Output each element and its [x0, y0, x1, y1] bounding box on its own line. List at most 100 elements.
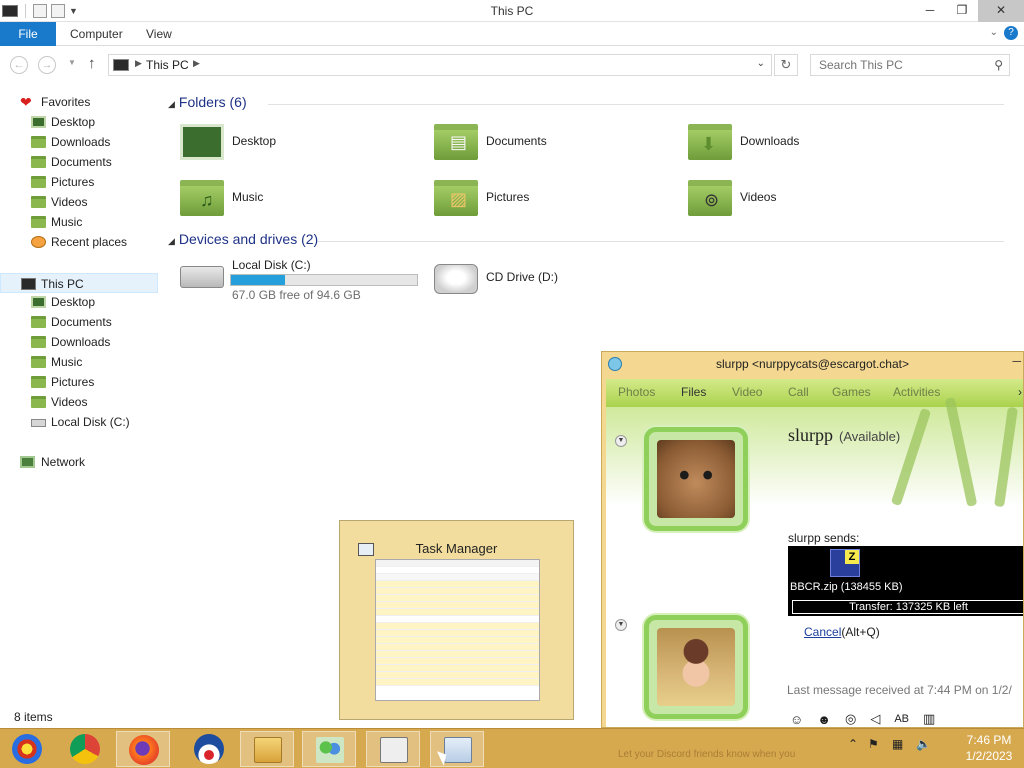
back-button[interactable]: ← — [10, 56, 28, 74]
tab-computer[interactable]: Computer — [70, 22, 123, 46]
nav-pc-local-disk[interactable]: Local Disk (C:) — [0, 412, 158, 432]
messenger-window[interactable]: slurpp <nurppycats@escargot.chat> ─ Phot… — [601, 351, 1024, 728]
contact-status: (Available) — [839, 429, 901, 444]
folder-videos[interactable]: ⊚ Videos — [688, 180, 908, 220]
messenger-conversation-area: Photos Files Video Call Games Activities… — [606, 379, 1023, 727]
show-hidden-icons[interactable]: ⌃ — [848, 737, 858, 751]
nav-label: Documents — [51, 315, 112, 329]
folder-documents[interactable]: ▤ Documents — [434, 124, 654, 164]
bamboo-decoration — [890, 407, 932, 507]
wink-icon[interactable]: ☻ — [817, 712, 831, 727]
folder-pictures[interactable]: ▨ Pictures — [434, 180, 654, 220]
nav-pc-desktop[interactable]: Desktop — [0, 292, 158, 312]
breadcrumb-arrow-icon[interactable]: ▶ — [193, 58, 200, 69]
recent-places-icon — [31, 236, 46, 248]
background-icon[interactable]: ▥ — [923, 711, 935, 727]
chrome-icon — [70, 734, 100, 764]
collapse-contact-icon[interactable]: ▼ — [615, 435, 627, 447]
search-input[interactable] — [811, 55, 981, 75]
nav-pc-downloads[interactable]: Downloads — [0, 332, 158, 352]
tab-files[interactable]: Files — [681, 385, 706, 399]
nav-fav-documents[interactable]: Documents — [0, 152, 158, 172]
nav-fav-downloads[interactable]: Downloads — [0, 132, 158, 152]
nav-label: Desktop — [51, 115, 96, 129]
tab-file[interactable]: File — [0, 22, 56, 46]
messenger-close-button[interactable]: ─ — [1012, 354, 1021, 368]
devices-section-header[interactable]: ◢ Devices and drives (2) — [168, 231, 1014, 247]
action-center-flag-icon[interactable]: ⚑ — [868, 737, 879, 751]
folder-music[interactable]: ♫ Music — [180, 180, 400, 220]
self-avatar — [644, 615, 748, 719]
up-button[interactable]: ↑ — [88, 55, 96, 72]
contact-name: slurpp (Available) — [788, 425, 900, 446]
collapse-self-icon[interactable]: ▼ — [615, 619, 627, 631]
taskbar-firefox[interactable] — [116, 731, 170, 767]
nav-fav-pictures[interactable]: Pictures — [0, 172, 158, 192]
more-tabs-icon[interactable]: › — [1018, 385, 1022, 399]
tab-call[interactable]: Call — [788, 385, 809, 399]
taskbar-start-orb[interactable] — [0, 731, 54, 767]
restore-button[interactable]: ❐ — [946, 0, 978, 22]
cat-avatar-image — [657, 440, 735, 518]
volume-icon[interactable]: 🔈 — [916, 737, 931, 751]
breadcrumb-arrow-icon[interactable]: ▶ — [135, 58, 142, 69]
taskbar-task-manager[interactable] — [430, 731, 484, 767]
expand-ribbon-icon[interactable]: ⌄ — [990, 27, 998, 38]
nav-this-pc[interactable]: This PC — [0, 273, 158, 293]
tab-games[interactable]: Games — [832, 385, 871, 399]
taskbar-app-archive[interactable] — [366, 731, 420, 767]
cancel-shortcut: (Alt+Q) — [841, 625, 880, 639]
system-clock[interactable]: 7:46 PM 1/2/2023 — [958, 732, 1020, 764]
nav-network[interactable]: Network — [0, 452, 158, 472]
forward-button[interactable]: → — [38, 56, 56, 74]
emoticon-icon[interactable]: ☺ — [790, 712, 803, 727]
drive-local-disk-c[interactable]: Local Disk (C:) 67.0 GB free of 94.6 GB — [180, 256, 430, 302]
section-title: Folders (6) — [178, 94, 247, 110]
taskbar-chrome[interactable] — [58, 731, 112, 767]
nav-pc-documents[interactable]: Documents — [0, 312, 158, 332]
breadcrumb[interactable]: This PC — [146, 58, 189, 72]
nav-favorites[interactable]: ❤ Favorites — [0, 92, 158, 112]
tab-view[interactable]: View — [146, 22, 172, 46]
folders-section-header[interactable]: ◢ Folders (6) — [168, 94, 1014, 110]
nav-pc-videos[interactable]: Videos — [0, 392, 158, 412]
drive-name: Local Disk (C:) — [232, 258, 311, 272]
address-dropdown-icon[interactable]: ⌄ — [757, 58, 765, 69]
nav-fav-desktop[interactable]: Desktop — [0, 112, 158, 132]
nav-label: Videos — [51, 195, 88, 209]
taskmanager-thumbnail-preview[interactable]: Task Manager — [339, 520, 574, 720]
voice-clip-icon[interactable]: ◁ — [870, 711, 880, 727]
search-icon[interactable]: ⚲ — [994, 58, 1003, 72]
divider — [268, 104, 1004, 105]
tab-activities[interactable]: Activities — [893, 385, 940, 399]
cancel-transfer-link[interactable]: Cancel — [804, 625, 841, 639]
minimize-button[interactable]: ─ — [914, 0, 946, 22]
section-title: Devices and drives (2) — [178, 231, 319, 247]
folder-downloads[interactable]: ⬇ Downloads — [688, 124, 908, 164]
refresh-button[interactable]: ↻ — [774, 54, 798, 76]
nav-fav-videos[interactable]: Videos — [0, 192, 158, 212]
help-icon[interactable]: ? — [1004, 26, 1018, 40]
taskbar-file-explorer[interactable] — [240, 731, 294, 767]
taskbar-messenger[interactable] — [302, 731, 356, 767]
nav-pc-music[interactable]: Music — [0, 352, 158, 372]
navigation-pane: ❤ Favorites Desktop Downloads Documents … — [0, 84, 158, 704]
search-box[interactable]: ⚲ — [810, 54, 1010, 76]
drive-cd-d[interactable]: CD Drive (D:) — [434, 260, 654, 300]
address-bar[interactable]: ▶ This PC ▶ ⌄ — [108, 54, 772, 76]
documents-folder-icon — [31, 316, 46, 328]
hard-drive-icon — [180, 266, 224, 288]
close-button[interactable]: ✕ — [978, 0, 1024, 22]
recent-locations-icon[interactable]: ▼ — [68, 58, 76, 67]
nav-fav-music[interactable]: Music — [0, 212, 158, 232]
taskbar-obama-app[interactable] — [182, 731, 236, 767]
nav-fav-recent-places[interactable]: Recent places — [0, 232, 158, 252]
font-icon[interactable]: AB — [894, 713, 909, 725]
tab-video[interactable]: Video — [732, 385, 762, 399]
tab-photos[interactable]: Photos — [618, 385, 655, 399]
folder-desktop[interactable]: Desktop — [180, 124, 400, 164]
nav-pc-pictures[interactable]: Pictures — [0, 372, 158, 392]
cancel-transfer: Cancel(Alt+Q) — [804, 625, 880, 639]
network-tray-icon[interactable]: ▦ — [892, 737, 903, 751]
nudge-icon[interactable]: ◎ — [845, 711, 856, 727]
